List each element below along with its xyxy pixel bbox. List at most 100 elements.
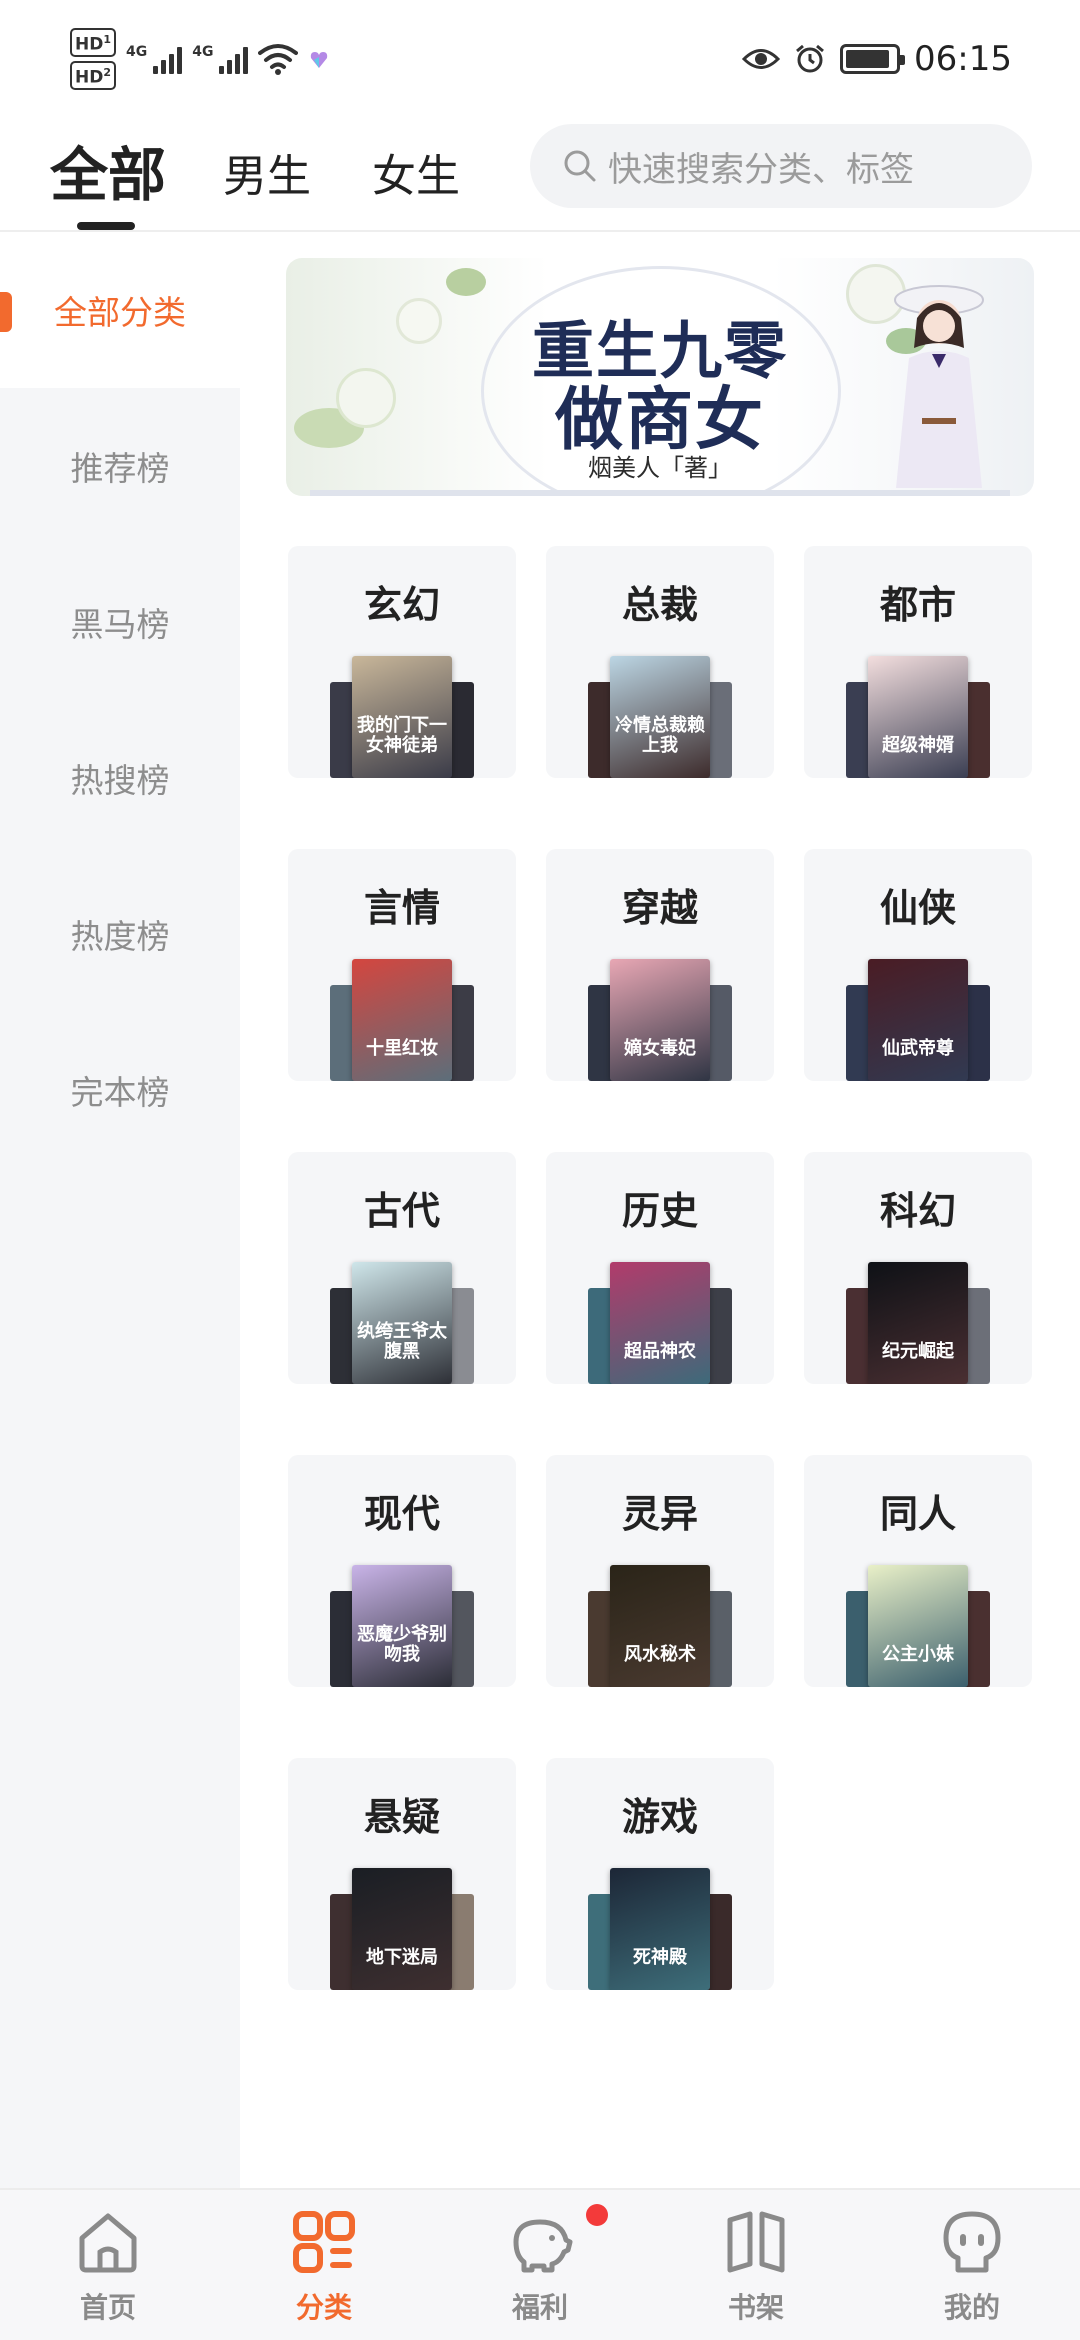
banner-underline bbox=[310, 490, 1010, 496]
category-title: 灵异 bbox=[621, 1492, 698, 1536]
book-cover-front: 公主小妹 bbox=[868, 1565, 968, 1687]
bottom-nav: 首页 分类 福利 书架 我的 bbox=[0, 2188, 1080, 2340]
app-notification-icon bbox=[311, 52, 328, 68]
book-cover-front: 纪元崛起 bbox=[868, 1262, 968, 1384]
category-card[interactable]: 古代 纨绔王爷太腹黑 bbox=[288, 1152, 516, 1384]
category-card[interactable]: 仙侠 仙武帝尊 bbox=[804, 849, 1032, 1081]
wifi-icon bbox=[258, 44, 299, 75]
banner-author: 烟美人「著」 bbox=[588, 454, 732, 482]
category-title: 同人 bbox=[879, 1492, 956, 1536]
book-cover-title: 公主小妹 bbox=[882, 1644, 954, 1665]
search-input[interactable]: 快速搜索分类、标签 bbox=[530, 124, 1032, 208]
book-cover-title: 纨绔王爷太腹黑 bbox=[357, 1321, 447, 1362]
book-cover-front: 纨绔王爷太腹黑 bbox=[352, 1262, 452, 1384]
tab-all[interactable]: 全部 bbox=[50, 128, 166, 212]
book-cover-front: 仙武帝尊 bbox=[868, 959, 968, 1081]
battery-level bbox=[846, 50, 890, 68]
category-title: 游戏 bbox=[621, 1795, 698, 1839]
eye-icon bbox=[742, 49, 781, 69]
sidebar: 全部分类 推荐榜 黑马榜 热搜榜 热度榜 完本榜 bbox=[0, 232, 240, 2188]
category-card[interactable]: 科幻 纪元崛起 bbox=[804, 1152, 1032, 1384]
profile-face-icon bbox=[943, 2211, 1001, 2273]
sidebar-item-dark-horse[interactable]: 黑马榜 bbox=[0, 544, 240, 700]
nav-category[interactable]: 分类 bbox=[216, 2190, 432, 2340]
category-card[interactable]: 现代 恶魔少爷别吻我 bbox=[288, 1455, 516, 1687]
book-cover-front: 恶魔少爷别吻我 bbox=[352, 1565, 452, 1687]
category-card[interactable]: 游戏 死神殿 bbox=[546, 1758, 774, 1990]
welfare-badge bbox=[586, 2204, 608, 2226]
book-cover-title: 超级神婿 bbox=[882, 735, 954, 756]
category-title: 玄幻 bbox=[363, 583, 440, 627]
nav-category-label: 分类 bbox=[295, 2291, 352, 2324]
sidebar-item-all-categories[interactable]: 全部分类 bbox=[0, 232, 240, 388]
nav-mine-label: 我的 bbox=[943, 2291, 1000, 2324]
nav-bookshelf-label: 书架 bbox=[727, 2291, 784, 2324]
book-cover-front: 超品神农 bbox=[610, 1262, 710, 1384]
book-cover-title: 风水秘术 bbox=[624, 1644, 696, 1665]
nav-home-label: 首页 bbox=[79, 2291, 136, 2324]
tab-indicator bbox=[77, 222, 135, 230]
category-title: 穿越 bbox=[621, 886, 698, 930]
top-bar: 全部 男生 女生 快速搜索分类、标签 bbox=[0, 118, 1080, 232]
nav-welfare[interactable]: 福利 bbox=[432, 2190, 648, 2340]
book-cover-title: 纪元崛起 bbox=[882, 1341, 954, 1362]
sidebar-item-hot-search[interactable]: 热搜榜 bbox=[0, 700, 240, 856]
book-cover-title: 超品神农 bbox=[624, 1341, 696, 1362]
app-root: HD1 HD2 4G 4G 06:15 全部 男生 女生 快速搜索分类、标签 全… bbox=[0, 0, 1080, 2340]
book-cover-title: 嫡女毒妃 bbox=[624, 1038, 696, 1059]
category-card[interactable]: 都市 超级神婿 bbox=[804, 546, 1032, 778]
category-card[interactable]: 言情 十里红妆 bbox=[288, 849, 516, 1081]
book-cover-title: 恶魔少爷别吻我 bbox=[357, 1624, 447, 1665]
tab-male[interactable]: 男生 bbox=[223, 140, 311, 204]
book-cover-title: 地下迷局 bbox=[366, 1947, 438, 1968]
alarm-icon bbox=[796, 44, 824, 73]
book-cover-front: 嫡女毒妃 bbox=[610, 959, 710, 1081]
book-cover-title: 死神殿 bbox=[633, 1947, 687, 1968]
category-title: 悬疑 bbox=[363, 1795, 440, 1839]
cellular-signal-icon: 4G bbox=[192, 44, 249, 74]
status-left: HD1 HD2 4G 4G bbox=[70, 28, 330, 90]
book-cover-front: 死神殿 bbox=[610, 1868, 710, 1990]
sidebar-item-completed[interactable]: 完本榜 bbox=[0, 1012, 240, 1168]
category-card[interactable]: 历史 超品神农 bbox=[546, 1152, 774, 1384]
clock: 06:15 bbox=[914, 39, 1012, 79]
status-bar: HD1 HD2 4G 4G 06:15 bbox=[0, 0, 1080, 118]
category-card[interactable]: 灵异 风水秘术 bbox=[546, 1455, 774, 1687]
book-cover-title: 冷情总裁赖上我 bbox=[615, 715, 705, 756]
bookshelf-icon bbox=[727, 2211, 785, 2273]
book-cover-front: 冷情总裁赖上我 bbox=[610, 656, 710, 778]
book-cover-title: 十里红妆 bbox=[366, 1038, 438, 1059]
category-card[interactable]: 总裁 冷情总裁赖上我 bbox=[546, 546, 774, 778]
cellular-signal-icon: 4G bbox=[126, 44, 183, 74]
category-title: 科幻 bbox=[879, 1189, 956, 1233]
battery-icon bbox=[840, 44, 906, 74]
sidebar-item-popularity[interactable]: 热度榜 bbox=[0, 856, 240, 1012]
nav-home[interactable]: 首页 bbox=[0, 2190, 216, 2340]
book-cover-front: 我的门下一女神徒弟 bbox=[352, 656, 452, 778]
book-cover-title: 我的门下一女神徒弟 bbox=[357, 715, 447, 756]
book-cover-front: 超级神婿 bbox=[868, 656, 968, 778]
status-right: 06:15 bbox=[742, 39, 1012, 79]
category-title: 历史 bbox=[621, 1189, 698, 1233]
tab-female[interactable]: 女生 bbox=[372, 140, 460, 204]
nav-mine[interactable]: 我的 bbox=[864, 2190, 1080, 2340]
category-grid-icon bbox=[293, 2211, 355, 2273]
category-title: 现代 bbox=[363, 1492, 440, 1536]
category-card[interactable]: 悬疑 地下迷局 bbox=[288, 1758, 516, 1990]
book-cover-front: 十里红妆 bbox=[352, 959, 452, 1081]
nav-bookshelf[interactable]: 书架 bbox=[648, 2190, 864, 2340]
search-placeholder: 快速搜索分类、标签 bbox=[608, 149, 914, 190]
category-title: 总裁 bbox=[621, 583, 698, 627]
category-card[interactable]: 穿越 嫡女毒妃 bbox=[546, 849, 774, 1081]
category-card[interactable]: 同人 公主小妹 bbox=[804, 1455, 1032, 1687]
nav-welfare-label: 福利 bbox=[511, 2291, 568, 2324]
search-icon bbox=[564, 150, 596, 182]
book-cover-front: 风水秘术 bbox=[610, 1565, 710, 1687]
category-title: 古代 bbox=[363, 1189, 440, 1233]
book-cover-front: 地下迷局 bbox=[352, 1868, 452, 1990]
sidebar-item-recommended[interactable]: 推荐榜 bbox=[0, 388, 240, 544]
book-cover-title: 仙武帝尊 bbox=[882, 1038, 954, 1059]
category-card[interactable]: 玄幻我的门下一女神徒弟 bbox=[288, 546, 516, 778]
category-title: 仙侠 bbox=[879, 886, 956, 930]
promo-banner[interactable]: 重生九零 做商女 烟美人「著」 bbox=[286, 258, 1034, 496]
